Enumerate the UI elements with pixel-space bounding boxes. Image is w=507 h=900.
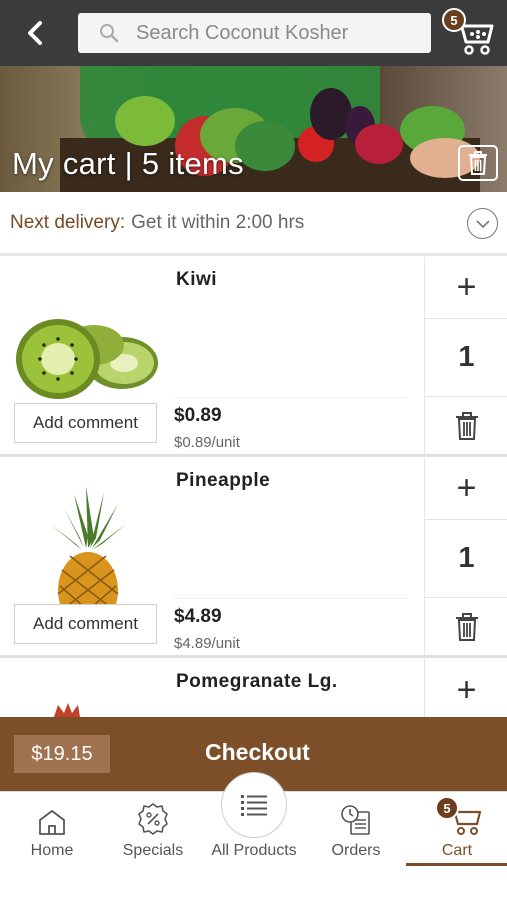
back-button[interactable] (18, 16, 52, 50)
bottom-navigation: Home Specials All Products Orders 5 Cart (0, 772, 507, 900)
checkout-label: Checkout (205, 739, 310, 765)
trash-icon (455, 411, 478, 440)
trash-icon (455, 612, 478, 641)
increase-quantity-button[interactable]: + (425, 458, 507, 520)
cart-item: Kiwi Add comment $0.89 $0.89/unit + 1 (0, 257, 507, 457)
item-name: Pineapple (176, 470, 271, 491)
item-unit-price: $0.89/unit (174, 434, 240, 451)
quantity-stepper: + (424, 659, 507, 719)
nav-orders[interactable]: Orders (318, 792, 394, 867)
increase-quantity-button[interactable]: + (425, 257, 507, 319)
nav-specials[interactable]: Specials (115, 792, 191, 867)
increase-quantity-button[interactable]: + (425, 659, 507, 721)
nav-cart-label: Cart (441, 842, 473, 859)
search-icon (92, 13, 126, 53)
nav-home-label: Home (30, 842, 74, 859)
orders-icon (341, 805, 370, 835)
item-unit-price: $4.89/unit (174, 635, 240, 652)
top-bar: 5 (0, 0, 507, 66)
item-image (14, 478, 164, 628)
item-image (14, 277, 164, 405)
item-quantity: 1 (425, 520, 507, 598)
item-name: Pomegranate Lg. (176, 671, 338, 692)
item-name: Kiwi (176, 269, 218, 290)
cart-item: Pineapple Add comment $4.89 $4.89/unit +… (0, 458, 507, 658)
cart-count-badge: 5 (442, 8, 466, 32)
delivery-label: Next delivery: (10, 211, 126, 233)
nav-all-products[interactable]: All Products (204, 792, 304, 867)
nav-cart-badge: 5 (435, 796, 459, 820)
quantity-stepper: + 1 (424, 257, 507, 454)
trash-icon (469, 151, 487, 175)
search-box[interactable] (78, 13, 431, 53)
delivery-value: Get it within 2:00 hrs (131, 211, 305, 233)
delivery-expand-button[interactable] (467, 208, 498, 239)
quantity-stepper: + 1 (424, 458, 507, 655)
search-input[interactable] (126, 21, 416, 45)
clear-cart-button[interactable] (458, 145, 498, 181)
nav-orders-label: Orders (331, 842, 381, 859)
item-price: $0.89 (174, 405, 222, 426)
remove-item-button[interactable] (425, 397, 507, 454)
item-quantity: 1 (425, 319, 507, 397)
nav-cart[interactable]: 5 Cart (416, 792, 498, 867)
cart-total: $19.15 (14, 735, 110, 773)
nav-all-products-label: All Products (211, 842, 297, 859)
cart-title: My cart | 5 items (12, 146, 244, 181)
back-arrow-icon (28, 21, 42, 45)
nav-home[interactable]: Home (14, 792, 90, 867)
item-image (46, 697, 86, 717)
header-cart-button[interactable]: 5 (440, 6, 496, 58)
chevron-down-icon (475, 219, 490, 228)
home-icon (39, 810, 65, 835)
active-tab-indicator (406, 863, 507, 866)
delivery-info: Next delivery: Get it within 2:00 hrs (0, 192, 507, 256)
specials-icon (138, 803, 168, 835)
cart-hero-banner: My cart | 5 items (0, 66, 507, 192)
item-price: $4.89 (174, 606, 222, 627)
add-comment-button[interactable]: Add comment (14, 403, 157, 443)
add-comment-button[interactable]: Add comment (14, 604, 157, 644)
remove-item-button[interactable] (425, 598, 507, 655)
nav-specials-label: Specials (122, 842, 184, 859)
